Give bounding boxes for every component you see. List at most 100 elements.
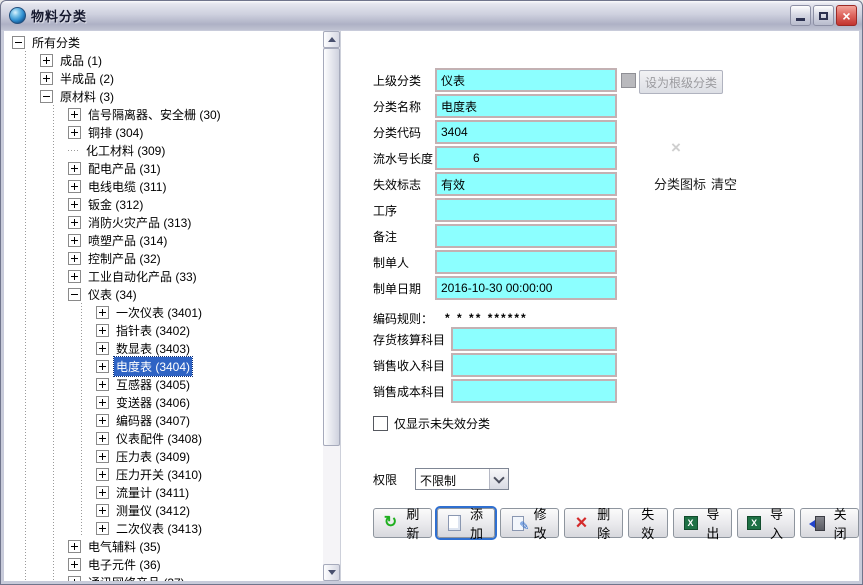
tree-item-label[interactable]: 指针表 (3402) bbox=[114, 321, 192, 340]
category-code-field[interactable] bbox=[435, 120, 617, 144]
expand-icon[interactable] bbox=[96, 342, 109, 355]
tree-item[interactable]: 铜排 (304) bbox=[4, 123, 322, 141]
tree-item-label[interactable]: 一次仪表 (3401) bbox=[114, 303, 204, 322]
tree-item-label[interactable]: 二次仪表 (3413) bbox=[114, 519, 204, 538]
tree-item-label[interactable]: 编码器 (3407) bbox=[114, 411, 192, 430]
clear-icon-link[interactable]: 清空 bbox=[711, 174, 737, 193]
tree-item-label[interactable]: 成品 (1) bbox=[58, 51, 104, 70]
collapse-icon[interactable] bbox=[40, 90, 53, 103]
tree-item-label[interactable]: 仪表配件 (3408) bbox=[114, 429, 204, 448]
tree-item-label[interactable]: 配电产品 (31) bbox=[86, 159, 163, 178]
process-field[interactable] bbox=[435, 198, 617, 222]
tree-item[interactable]: 仪表配件 (3408) bbox=[4, 429, 322, 447]
tree-item[interactable]: 仪表 (34) bbox=[4, 285, 322, 303]
tree-item-label[interactable]: 通讯网络产品 (37) bbox=[86, 573, 187, 582]
collapse-icon[interactable] bbox=[12, 36, 25, 49]
tree-item-label[interactable]: 电线电缆 (311) bbox=[86, 177, 168, 196]
tree-item-label[interactable]: 测量仪 (3412) bbox=[114, 501, 192, 520]
tree-item[interactable]: 测量仪 (3412) bbox=[4, 501, 322, 519]
tree-item-label[interactable]: 所有分类 bbox=[30, 33, 82, 52]
expand-icon[interactable] bbox=[68, 270, 81, 283]
tree-item-label[interactable]: 压力表 (3409) bbox=[114, 447, 192, 466]
export-button[interactable]: 导出 bbox=[673, 508, 732, 538]
maximize-button[interactable] bbox=[813, 5, 834, 26]
expand-icon[interactable] bbox=[96, 396, 109, 409]
close-window-button[interactable]: × bbox=[836, 5, 857, 26]
collapse-icon[interactable] bbox=[68, 288, 81, 301]
tree-item[interactable]: 钣金 (312) bbox=[4, 195, 322, 213]
expand-icon[interactable] bbox=[96, 414, 109, 427]
expand-icon[interactable] bbox=[68, 108, 81, 121]
tree-item-label[interactable]: 原材料 (3) bbox=[58, 87, 116, 106]
invalid-flag-field[interactable] bbox=[435, 172, 617, 196]
dropdown-button[interactable] bbox=[489, 469, 508, 489]
tree-item-label[interactable]: 信号隔离器、安全栅 (30) bbox=[86, 105, 223, 124]
tree-item[interactable]: 变送器 (3406) bbox=[4, 393, 322, 411]
close-button[interactable]: 关闭 bbox=[800, 508, 859, 538]
expand-icon[interactable] bbox=[68, 162, 81, 175]
expand-icon[interactable] bbox=[68, 558, 81, 571]
creator-field[interactable] bbox=[435, 250, 617, 274]
parent-category-field[interactable] bbox=[435, 68, 617, 92]
expand-icon[interactable] bbox=[96, 378, 109, 391]
tree-item-label[interactable]: 仪表 (34) bbox=[86, 285, 139, 304]
tree-item-label[interactable]: 电气辅料 (35) bbox=[86, 537, 163, 556]
tree-item-label[interactable]: 电子元件 (36) bbox=[86, 555, 163, 574]
invalidate-button[interactable]: 失效 bbox=[628, 508, 668, 538]
tree-item[interactable]: 压力开关 (3410) bbox=[4, 465, 322, 483]
set-root-category-button[interactable]: 设为根级分类 bbox=[639, 70, 723, 94]
inventory-subject-field[interactable] bbox=[451, 327, 617, 351]
serial-length-field[interactable] bbox=[435, 146, 617, 170]
expand-icon[interactable] bbox=[68, 252, 81, 265]
expand-icon[interactable] bbox=[68, 234, 81, 247]
expand-icon[interactable] bbox=[68, 180, 81, 193]
browse-parent-button[interactable] bbox=[621, 73, 636, 88]
sales-cost-subject-field[interactable] bbox=[451, 379, 617, 403]
tree-item-label[interactable]: 喷塑产品 (314) bbox=[86, 231, 169, 250]
scrollbar-down-button[interactable] bbox=[323, 564, 340, 581]
tree-item-label[interactable]: 压力开关 (3410) bbox=[114, 465, 204, 484]
expand-icon[interactable] bbox=[40, 54, 53, 67]
tree-item-label[interactable]: 控制产品 (32) bbox=[86, 249, 163, 268]
tree-item[interactable]: 互感器 (3405) bbox=[4, 375, 322, 393]
refresh-button[interactable]: 刷新 bbox=[373, 508, 432, 538]
tree-scrollbar[interactable] bbox=[323, 31, 340, 581]
expand-icon[interactable] bbox=[96, 360, 109, 373]
show-active-only-checkbox[interactable] bbox=[373, 416, 388, 431]
create-date-field[interactable] bbox=[435, 276, 617, 300]
tree-item[interactable]: 电线电缆 (311) bbox=[4, 177, 322, 195]
modify-button[interactable]: 修改 bbox=[500, 508, 559, 538]
expand-icon[interactable] bbox=[68, 576, 81, 582]
expand-icon[interactable] bbox=[96, 486, 109, 499]
expand-icon[interactable] bbox=[96, 468, 109, 481]
tree-item[interactable]: 所有分类 bbox=[4, 33, 322, 51]
tree-item-label[interactable]: 半成品 (2) bbox=[58, 69, 116, 88]
tree-item[interactable]: 成品 (1) bbox=[4, 51, 322, 69]
scrollbar-up-button[interactable] bbox=[323, 31, 340, 48]
tree-item-label[interactable]: 消防火灾产品 (313) bbox=[86, 213, 193, 232]
tree-item[interactable]: 信号隔离器、安全栅 (30) bbox=[4, 105, 322, 123]
tree-item-label[interactable]: 数显表 (3403) bbox=[114, 339, 192, 358]
tree-item[interactable]: 控制产品 (32) bbox=[4, 249, 322, 267]
tree-item[interactable]: 二次仪表 (3413) bbox=[4, 519, 322, 537]
tree-item[interactable]: 工业自动化产品 (33) bbox=[4, 267, 322, 285]
tree-item-label[interactable]: 工业自动化产品 (33) bbox=[86, 267, 199, 286]
expand-icon[interactable] bbox=[68, 540, 81, 553]
expand-icon[interactable] bbox=[68, 216, 81, 229]
tree-item[interactable]: 配电产品 (31) bbox=[4, 159, 322, 177]
tree-item-label[interactable]: 化工材料 (309) bbox=[84, 141, 167, 160]
permission-select[interactable]: 不限制 bbox=[415, 468, 509, 490]
tree-item[interactable]: 数显表 (3403) bbox=[4, 339, 322, 357]
expand-icon[interactable] bbox=[96, 450, 109, 463]
expand-icon[interactable] bbox=[96, 306, 109, 319]
tree-item[interactable]: 指针表 (3402) bbox=[4, 321, 322, 339]
tree-item-label[interactable]: 流量计 (3411) bbox=[114, 483, 191, 502]
expand-icon[interactable] bbox=[68, 126, 81, 139]
tree-item-label[interactable]: 铜排 (304) bbox=[86, 123, 145, 142]
tree-item[interactable]: 消防火灾产品 (313) bbox=[4, 213, 322, 231]
tree-item[interactable]: 一次仪表 (3401) bbox=[4, 303, 322, 321]
tree-item[interactable]: 电子元件 (36) bbox=[4, 555, 322, 573]
tree-item-label[interactable]: 互感器 (3405) bbox=[114, 375, 192, 394]
expand-icon[interactable] bbox=[96, 504, 109, 517]
minimize-button[interactable] bbox=[790, 5, 811, 26]
